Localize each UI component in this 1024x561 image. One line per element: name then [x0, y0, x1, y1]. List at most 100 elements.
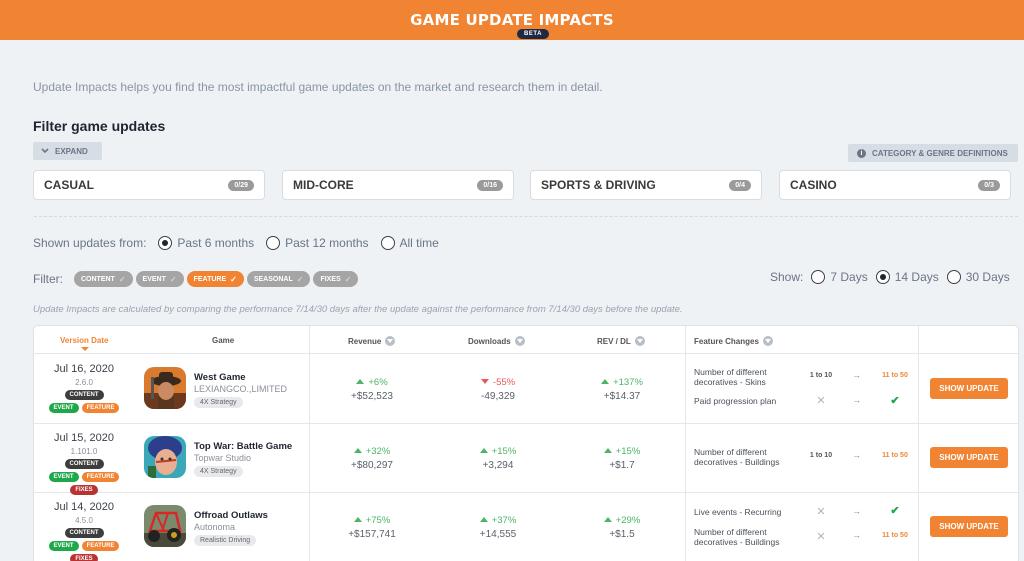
tag-fixes: FIXES [70, 554, 98, 561]
up-arrow-icon [603, 448, 612, 453]
up-arrow-icon [479, 517, 488, 522]
filter-icon[interactable] [762, 336, 773, 346]
radio-14-days[interactable]: 14 Days [875, 270, 939, 284]
up-arrow-icon [353, 517, 362, 522]
feature-change: Number of different decoratives - Buildi… [694, 527, 914, 553]
revenue-cell: +75% +$157,741 [312, 515, 432, 540]
filter-icon[interactable] [514, 336, 525, 346]
tag-event: EVENT [48, 403, 79, 413]
header-downloads[interactable]: Downloads [468, 336, 525, 346]
category-card-casual[interactable]: CASUAL 0/29 [33, 170, 265, 200]
downloads-change: +37% [438, 515, 558, 526]
feature-name: Number of different decoratives - Buildi… [694, 447, 780, 467]
radio-label: Past 12 months [285, 236, 369, 250]
radio-label: 7 Days [830, 270, 868, 284]
revenue-change: +6% [312, 377, 432, 388]
x-icon: ✕ [816, 506, 826, 518]
radio-indicator[interactable] [811, 270, 826, 284]
chip-event[interactable]: EVENT ✓ [135, 271, 184, 287]
genre-badge: Realistic Driving [194, 535, 257, 546]
beta-badge: BETA [517, 29, 549, 39]
radio-past-12-months[interactable]: Past 12 months [266, 236, 369, 250]
feature-from: 1 to 10 [809, 452, 833, 459]
chip-content[interactable]: CONTENT ✓ [74, 271, 133, 287]
down-arrow-icon [480, 379, 489, 384]
show-update-button[interactable]: SHOW UPDATE [930, 516, 1008, 537]
chip-fixes[interactable]: FIXES ✓ [313, 271, 359, 287]
revenue-absolute: +$52,523 [351, 391, 393, 402]
category-definitions-button[interactable]: i CATEGORY & GENRE DEFINITIONS [848, 144, 1018, 162]
header-label: Revenue [348, 336, 382, 346]
feature-change: Number of different decoratives - Buildi… [694, 447, 914, 473]
right-arrow-icon: → [852, 530, 861, 540]
rev-dl-cell: +137% +$14.37 [562, 377, 682, 402]
publisher-name: Topwar Studio [194, 453, 252, 463]
update-tags: CONTENT EVENT FEATURE [48, 390, 120, 413]
header-rev-dl[interactable]: REV / DL [597, 336, 645, 346]
rev-dl-change: +15% [562, 446, 682, 457]
radio-label: All time [399, 236, 439, 250]
genre-badge: 4X Strategy [194, 466, 243, 477]
radio-indicator[interactable] [875, 270, 890, 284]
definitions-label: CATEGORY & GENRE DEFINITIONS [872, 148, 1008, 158]
revenue-change: +75% [312, 515, 432, 526]
radio-label: 30 Days [965, 270, 1010, 284]
radio-indicator[interactable] [158, 236, 173, 250]
downloads-change: -55% [438, 377, 558, 388]
downloads-absolute: +14,555 [479, 529, 517, 540]
radio-indicator[interactable] [380, 236, 395, 250]
genre-badge: 4X Strategy [194, 397, 243, 408]
game-icon-west-game[interactable] [144, 367, 186, 409]
update-tags: CONTENT EVENT FEATURE FIXES [48, 459, 120, 495]
page-title: GAME UPDATE IMPACTS [410, 11, 614, 29]
filter-section-title: Filter game updates [33, 118, 166, 134]
radio-7-days[interactable]: 7 Days [811, 270, 868, 284]
chip-seasonal[interactable]: SEASONAL ✓ [246, 271, 311, 287]
category-label: CASINO [790, 178, 837, 192]
chip-label: FEATURE [193, 275, 227, 283]
expand-button[interactable]: EXPAND [33, 142, 102, 160]
game-name[interactable]: Top War: Battle Game [194, 441, 292, 452]
show-update-button[interactable]: SHOW UPDATE [930, 378, 1008, 399]
revenue-change: +32% [312, 446, 432, 457]
radio-indicator[interactable] [266, 236, 281, 250]
category-label: SPORTS & DRIVING [541, 178, 656, 192]
right-arrow-icon: → [852, 506, 861, 516]
filter-icon[interactable] [634, 336, 645, 346]
downloads-absolute: -49,329 [481, 391, 515, 402]
game-icon-top-war[interactable] [144, 436, 186, 478]
chip-feature[interactable]: FEATURE ✓ [186, 271, 244, 287]
game-icon-offroad-outlaws[interactable] [144, 505, 186, 547]
up-arrow-icon [479, 448, 488, 453]
info-icon: i [857, 148, 866, 158]
check-icon: ✓ [118, 274, 126, 284]
radio-indicator[interactable] [946, 270, 961, 284]
radio-all-time[interactable]: All time [380, 236, 439, 250]
game-name[interactable]: West Game [194, 372, 246, 383]
table-header: Version Date Game Revenue Downloads REV … [34, 326, 1018, 354]
header-feature-changes[interactable]: Feature Changes [694, 336, 773, 346]
category-count-badge: 0/4 [729, 179, 751, 191]
game-name[interactable]: Offroad Outlaws [194, 510, 268, 521]
header-revenue[interactable]: Revenue [348, 336, 396, 346]
header-version-date[interactable]: Version Date [60, 336, 108, 345]
up-arrow-icon [603, 517, 612, 522]
tag-content: CONTENT [64, 459, 104, 469]
x-icon: ✕ [816, 395, 826, 407]
radio-past-6-months[interactable]: Past 6 months [158, 236, 254, 250]
category-card-casino[interactable]: CASINO 0/3 [779, 170, 1011, 200]
filter-icon[interactable] [385, 336, 396, 346]
chevron-down-icon [41, 147, 49, 156]
rev-dl-absolute: +$1.5 [609, 529, 635, 540]
feature-name: Number of different decoratives - Skins [694, 367, 767, 387]
show-update-button[interactable]: SHOW UPDATE [930, 447, 1008, 468]
category-card-mid-core[interactable]: MID-CORE 0/16 [282, 170, 514, 200]
radio-label: Past 6 months [177, 236, 255, 250]
radio-30-days[interactable]: 30 Days [946, 270, 1010, 284]
tag-feature: FEATURE [81, 472, 120, 482]
feature-name: Paid progression plan [694, 396, 777, 406]
check-icon: ✓ [169, 274, 177, 284]
category-card-sports-driving[interactable]: SPORTS & DRIVING 0/4 [530, 170, 762, 200]
feature-to: 11 to 50 [882, 452, 908, 459]
downloads-change: +15% [438, 446, 558, 457]
